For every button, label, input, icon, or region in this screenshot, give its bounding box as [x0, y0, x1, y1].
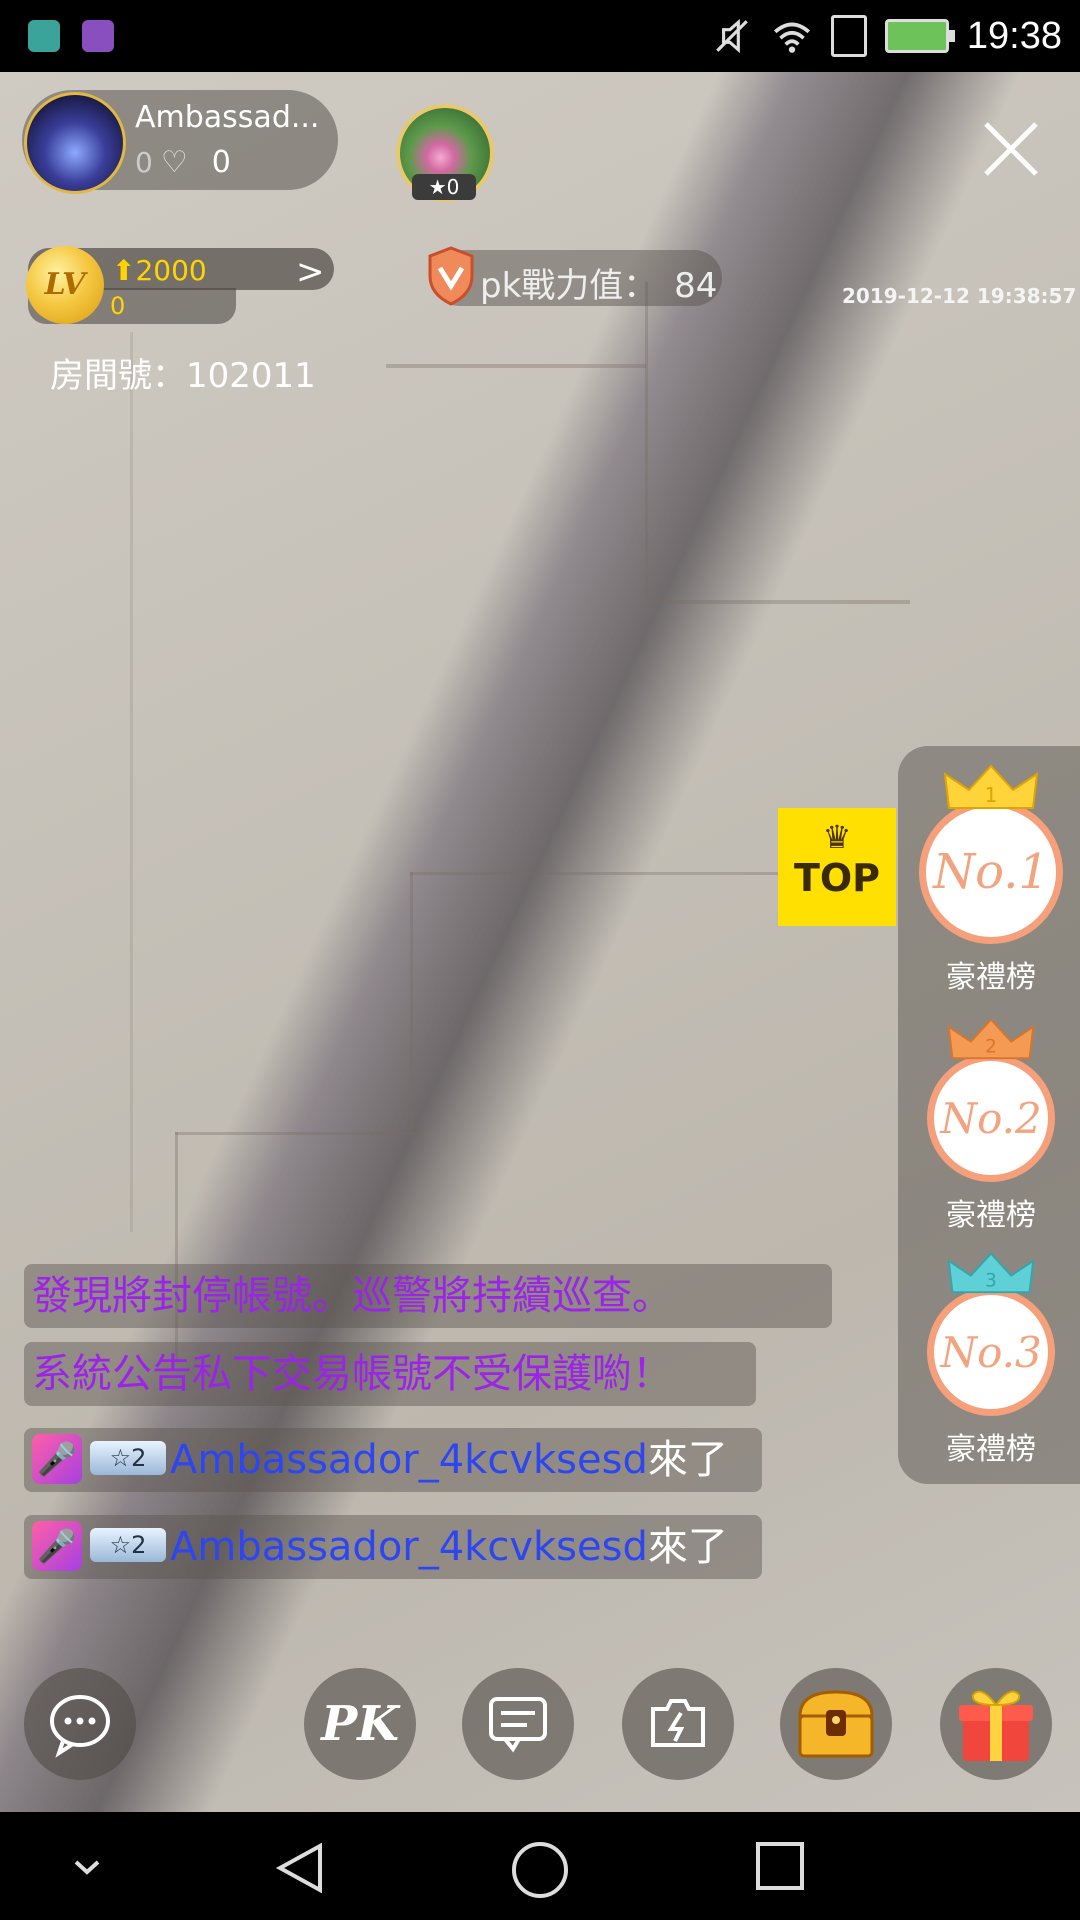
- home-icon[interactable]: [510, 1840, 570, 1900]
- chat-username[interactable]: Ambassador_4kcvksesd: [170, 1437, 648, 1483]
- room-number-value: 102011: [186, 356, 316, 396]
- heart-icon: ♡: [160, 145, 188, 180]
- host-likes-count: 0: [211, 145, 231, 180]
- gift-button[interactable]: [940, 1668, 1052, 1780]
- rank-badge: No.1: [933, 844, 1049, 900]
- close-icon[interactable]: [980, 118, 1042, 180]
- system-message-text: 系統公告私下交易帳號不受保護喲！: [32, 1351, 672, 1397]
- mute-icon: [716, 18, 748, 54]
- microphone-icon: 🎤: [32, 1434, 82, 1484]
- pk-power-text: pk戰力值： 84: [480, 258, 717, 307]
- crown-icon: 3: [947, 1252, 1035, 1294]
- chat-join-message[interactable]: 🎤 ☆2 Ambassador_4kcvksesd來了: [24, 1515, 762, 1579]
- star-icon: ★: [428, 175, 447, 199]
- chat-join-suffix: 來了: [647, 1524, 728, 1570]
- ranking-item-2[interactable]: 2 No.2 豪禮榜: [906, 1016, 1076, 1234]
- battery-charging-icon: [884, 19, 955, 53]
- level-upgrade-value: 2000: [135, 254, 207, 287]
- status-bar: 19:38: [0, 0, 1080, 72]
- up-arrow-icon: ⬆: [112, 254, 136, 287]
- wifi-icon: [773, 22, 810, 53]
- system-nav-bar: [0, 1812, 1080, 1920]
- chat-button[interactable]: [24, 1668, 136, 1780]
- treasure-chest-icon: [798, 1690, 874, 1758]
- pk-power-value: 84: [674, 266, 718, 306]
- flip-camera-icon: [651, 1699, 705, 1747]
- host-likes-small: 0: [135, 146, 153, 179]
- chevron-right-icon[interactable]: >: [296, 252, 325, 292]
- room-label: 房間號：: [50, 356, 186, 396]
- crown-icon: 2: [947, 1018, 1035, 1060]
- rank-label: 豪禮榜: [946, 1198, 1036, 1233]
- rank-badge: No.2: [940, 1093, 1042, 1143]
- host-likes: 0 ♡ 0: [135, 145, 231, 180]
- status-time: 19:38: [966, 14, 1062, 57]
- system-message-text: 發現將封停帳號。巡警將持續巡查。: [32, 1273, 672, 1319]
- crown-icon: ♛: [822, 818, 852, 856]
- sim-icon: [830, 15, 867, 57]
- timestamp: 2019-12-12 19:38:57: [842, 284, 1077, 308]
- message-button[interactable]: [462, 1668, 574, 1780]
- chat-username[interactable]: Ambassador_4kcvksesd: [170, 1524, 648, 1570]
- chat-join-message[interactable]: 🎤 ☆2 Ambassador_4kcvksesd來了: [24, 1428, 762, 1492]
- host-name: Ambassad...: [135, 100, 320, 135]
- shield-icon: [428, 246, 474, 306]
- host-avatar[interactable]: [24, 92, 126, 194]
- rank-badge: No.3: [940, 1327, 1042, 1377]
- collapse-icon[interactable]: [72, 1852, 102, 1882]
- svg-text:3: 3: [985, 1271, 997, 1292]
- user-level-badge: ☆2: [90, 1528, 166, 1562]
- level-current-value: 0: [110, 292, 126, 320]
- flip-camera-button[interactable]: [622, 1668, 734, 1780]
- svg-text:2: 2: [985, 1037, 997, 1058]
- gift-icon: [959, 1690, 1033, 1761]
- chat-join-suffix: 來了: [647, 1437, 728, 1483]
- top-button[interactable]: ♛ TOP: [778, 808, 896, 926]
- chat-bubble-icon: [50, 1695, 110, 1758]
- pk-button[interactable]: PK: [304, 1668, 416, 1780]
- microphone-icon: 🎤: [32, 1521, 82, 1571]
- rank-label: 豪禮榜: [946, 960, 1036, 995]
- viewer-stars: 0: [446, 175, 460, 199]
- level-coin-icon: LV: [26, 246, 104, 324]
- message-icon: [489, 1697, 547, 1753]
- ranking-item-3[interactable]: 3 No.3 豪禮榜: [906, 1250, 1076, 1468]
- gallery-icon: [82, 20, 114, 52]
- chat-system-message: 發現將封停帳號。巡警將持續巡查。: [24, 1264, 832, 1328]
- chat-system-message: 系統公告私下交易帳號不受保護喲！: [24, 1342, 756, 1406]
- recents-icon[interactable]: [754, 1840, 806, 1892]
- back-icon[interactable]: [272, 1840, 328, 1896]
- crown-icon: 1: [943, 764, 1039, 809]
- pk-power-label: pk戰力值：: [480, 266, 658, 306]
- pk-icon: PK: [321, 1696, 399, 1752]
- level-upgrade: ⬆2000: [112, 254, 207, 287]
- user-level-badge: ☆2: [90, 1441, 166, 1475]
- viewer-star-badge: ★0: [412, 174, 476, 200]
- android-icon: [28, 20, 60, 52]
- rank-label: 豪禮榜: [946, 1432, 1036, 1467]
- svg-text:1: 1: [985, 783, 998, 807]
- room-number: 房間號：102011: [50, 348, 316, 397]
- treasure-chest-button[interactable]: [780, 1668, 892, 1780]
- ranking-item-1[interactable]: 1 No.1 豪禮榜: [906, 762, 1076, 996]
- top-label: TOP: [793, 856, 881, 900]
